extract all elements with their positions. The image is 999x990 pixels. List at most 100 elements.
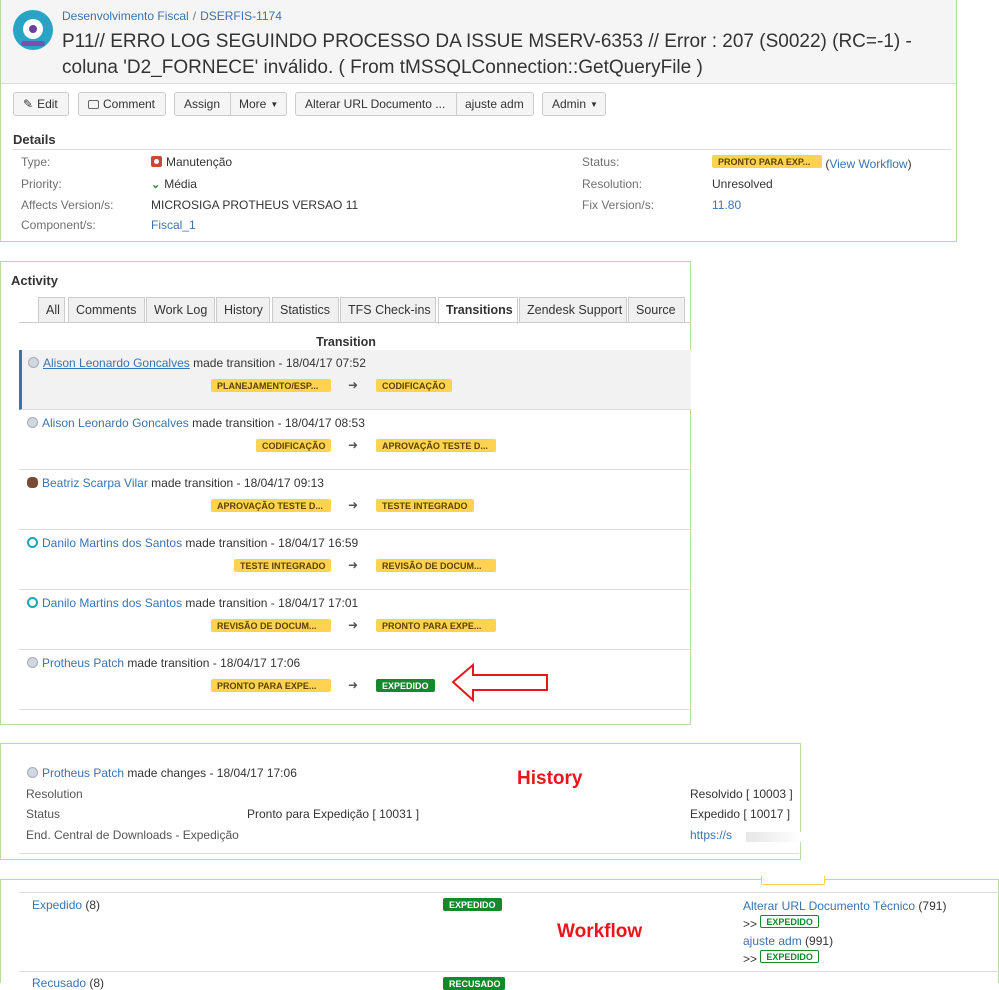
activity-heading: Activity (11, 273, 58, 288)
transition-link[interactable]: ajuste adm (743, 934, 802, 948)
user-avatar-icon (27, 767, 38, 778)
status-lozenge: PRONTO PARA EXP... (712, 155, 822, 168)
user-link[interactable]: Protheus Patch (42, 766, 124, 780)
user-link[interactable]: Protheus Patch (42, 656, 124, 670)
tab-history[interactable]: History (216, 297, 270, 323)
priority-value-text: Média (164, 177, 197, 191)
history-annotation: History (517, 768, 583, 789)
arrow-right-icon: ➜ (348, 618, 359, 632)
more-label: More (239, 97, 267, 111)
transition-time: 18/04/17 07:52 (285, 356, 366, 370)
transition-time: 18/04/17 16:59 (278, 536, 359, 550)
component-label: Component/s: (21, 218, 96, 232)
from-status-lozenge: APROVAÇÃO TESTE D... (211, 499, 331, 512)
type-value-text: Manutenção (166, 155, 233, 169)
tab-zendesk-support[interactable]: Zendesk Support (519, 297, 627, 323)
workflow-status-link[interactable]: Expedido (32, 898, 82, 912)
transition-section-title: Transition (316, 335, 376, 349)
tab-transitions[interactable]: Transitions (438, 297, 518, 324)
transition-entry: Alison Leonardo Goncalves made transitio… (19, 350, 691, 410)
workflow-transition: ajuste adm (991) (743, 933, 946, 950)
from-status-lozenge: CODIFICAÇÃO (256, 439, 331, 452)
issue-header-bar: Desenvolvimento Fiscal / DSERFIS-1174 P11/… (1, 0, 956, 84)
history-panel: Protheus Patch made changes - 18/04/17 1… (0, 743, 801, 860)
assign-more-button-group: Assign More ▼ (174, 92, 287, 116)
type-label: Type: (21, 155, 51, 169)
issue-summary-title[interactable]: P11// ERRO LOG SEGUINDO PROCESSO DA ISSU… (62, 29, 962, 81)
arrow-right-icon: ➜ (348, 378, 359, 392)
user-avatar-icon (27, 417, 38, 428)
workflow-actions-group: Alterar URL Documento ... ajuste adm (295, 92, 534, 116)
issue-title-line-2: coluna 'D2_FORNECE' inválido. ( From tMS… (62, 57, 703, 78)
breadcrumb-project-link[interactable]: Desenvolvimento Fiscal (62, 9, 189, 23)
history-old-value: Pronto para Expedição [ 10031 ] (247, 807, 420, 821)
arrow-right-icon: ➜ (348, 558, 359, 572)
transition-entry: Danilo Martins dos Santos made transitio… (19, 590, 691, 650)
user-link[interactable]: Alison Leonardo Goncalves (42, 416, 189, 430)
type-value: Manutenção (151, 155, 232, 169)
transition-target-lozenge: EXPEDIDO (760, 950, 819, 963)
project-avatar-icon[interactable] (13, 10, 53, 50)
user-link[interactable]: Danilo Martins dos Santos (42, 536, 182, 550)
tabs-underline (19, 322, 691, 323)
user-avatar-icon (27, 477, 38, 488)
priority-label: Priority: (21, 177, 62, 191)
alterar-url-documento-button[interactable]: Alterar URL Documento ... (305, 93, 445, 115)
workflow-status-link[interactable]: Recusado (32, 976, 86, 990)
tab-comments[interactable]: Comments (68, 297, 145, 323)
breadcrumb-issue-key-link[interactable]: DSERFIS-1174 (200, 9, 282, 23)
transition-link[interactable]: Alterar URL Documento Técnico (743, 899, 915, 913)
history-new-value: Expedido [ 10017 ] (690, 807, 791, 821)
workflow-status-count: (8) (85, 898, 101, 912)
history-field: Resolution (26, 787, 83, 801)
from-status-lozenge: TESTE INTEGRADO (234, 559, 331, 572)
transition-prefix: >> (743, 917, 758, 931)
tab-source[interactable]: Source (628, 297, 685, 323)
tab-all[interactable]: All (38, 297, 65, 323)
workflow-status-row: Recusado (8) (32, 976, 104, 990)
comment-button-label: Comment (103, 97, 156, 111)
history-new-value-link[interactable]: https://s (690, 828, 732, 842)
pencil-icon: ✎ (23, 97, 34, 111)
made-transition-text: made transition - (127, 656, 217, 670)
user-link[interactable]: Danilo Martins dos Santos (42, 596, 182, 610)
status-value: PRONTO PARA EXP... (View Workflow) (712, 155, 912, 171)
priority-low-chevron-icon: ⌄ (151, 179, 161, 191)
tab-tfs-check-ins[interactable]: TFS Check-ins (340, 297, 436, 323)
transition-entry: Danilo Martins dos Santos made transitio… (19, 530, 691, 590)
resolution-value: Unresolved (712, 177, 773, 191)
transition-entry: Protheus Patch made transition - 18/04/1… (19, 650, 691, 710)
resolution-label: Resolution: (582, 177, 643, 191)
ajuste-adm-button[interactable]: ajuste adm (465, 93, 524, 115)
user-avatar-icon (27, 597, 38, 608)
workflow-divider (19, 892, 999, 893)
caret-down-icon: ▼ (590, 99, 598, 109)
user-link[interactable]: Alison Leonardo Goncalves (43, 356, 190, 370)
transition-entry: Alison Leonardo Goncalves made transitio… (19, 410, 691, 470)
made-transition-text: made transition - (185, 536, 275, 550)
edit-button[interactable]: ✎ Edit (13, 92, 69, 116)
user-link[interactable]: Beatriz Scarpa Vilar (42, 476, 148, 490)
transition-target-lozenge: EXPEDIDO (760, 915, 819, 928)
view-workflow-link[interactable]: View Workflow (829, 157, 907, 171)
issue-header-panel: Desenvolvimento Fiscal / DSERFIS-1174 P11/… (0, 0, 957, 242)
details-heading: Details (13, 132, 56, 147)
fix-version-link[interactable]: 11.80 (712, 198, 741, 212)
assign-button[interactable]: Assign (184, 93, 220, 115)
affects-version-label: Affects Version/s: (21, 198, 114, 212)
admin-label: Admin (552, 97, 587, 111)
component-link[interactable]: Fiscal_1 (151, 218, 196, 232)
workflow-transitions: Alterar URL Documento Técnico (791) >> E… (743, 898, 946, 968)
tab-work-log[interactable]: Work Log (146, 297, 215, 323)
to-status-lozenge: REVISÃO DE DOCUM... (376, 559, 496, 572)
made-transition-text: made transition - (193, 356, 283, 370)
more-dropdown-button[interactable]: More ▼ (239, 93, 278, 116)
user-avatar-icon (28, 357, 39, 368)
edit-button-label: Edit (37, 97, 58, 111)
tab-statistics[interactable]: Statistics (272, 297, 339, 323)
comment-button[interactable]: Comment (78, 92, 166, 116)
workflow-status-row: Expedido (8) (32, 898, 100, 912)
transition-entry: Beatriz Scarpa Vilar made transition - 1… (19, 470, 691, 530)
arrow-right-icon: ➜ (348, 498, 359, 512)
admin-dropdown-button[interactable]: Admin ▼ (542, 92, 606, 116)
